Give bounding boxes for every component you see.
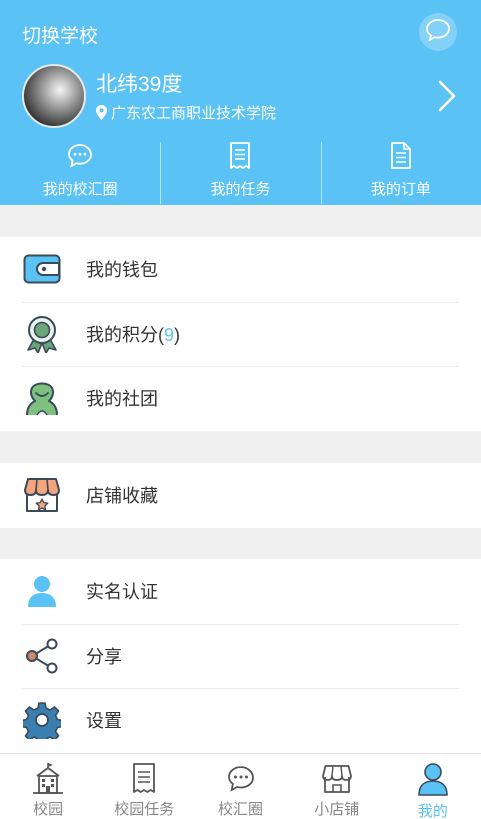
wallet-icon	[22, 249, 62, 289]
tab-campus-tasks[interactable]: 校园任务	[96, 754, 192, 819]
speech-bubble-icon	[425, 18, 451, 47]
menu-item-clubs[interactable]: 我的社团	[0, 366, 481, 431]
menu-item-label: 分享	[86, 646, 122, 667]
chat-bubble-icon	[227, 766, 254, 792]
menu-item-settings[interactable]: 设置	[0, 688, 481, 753]
gear-icon	[22, 700, 62, 740]
quick-link-label: 我的任务	[210, 181, 271, 198]
tab-campus[interactable]: 校园	[0, 754, 96, 819]
location-pin-icon	[96, 105, 107, 120]
chevron-right-icon	[438, 80, 456, 112]
bottom-tab-bar: 校园 校园任务 校汇圈 小店铺 我的	[0, 753, 481, 819]
tab-label: 校园	[33, 801, 64, 818]
user-name: 北纬39度	[96, 73, 183, 96]
message-button[interactable]	[419, 13, 457, 51]
quick-link-circle[interactable]: 我的校汇圈	[0, 140, 160, 205]
store-icon	[321, 765, 352, 793]
quick-link-orders[interactable]: 我的订单	[320, 140, 481, 205]
store-favorite-icon	[22, 475, 62, 515]
menu-item-label: 我的钱包	[86, 260, 158, 281]
chat-bubble-icon	[68, 144, 93, 168]
share-icon	[22, 636, 62, 676]
receipt-icon	[133, 763, 156, 793]
user-icon	[418, 763, 448, 796]
tab-circle[interactable]: 校汇圈	[192, 754, 288, 819]
menu-item-label: 我的积分(9)	[86, 321, 180, 347]
school-name: 广东农工商职业技术学院	[111, 105, 277, 122]
menu-item-points[interactable]: 我的积分(9)	[0, 301, 481, 367]
menu-item-wallet[interactable]: 我的钱包	[0, 237, 481, 302]
tab-label: 小店铺	[314, 801, 360, 818]
tab-label: 校汇圈	[218, 801, 264, 818]
menu-group-settings: 实名认证 分享 设置	[0, 559, 481, 753]
medal-icon	[22, 314, 62, 354]
menu-group-favorites: 店铺收藏	[0, 463, 481, 528]
user-verify-icon	[22, 571, 62, 611]
tab-store[interactable]: 小店铺	[289, 754, 385, 819]
menu-item-label: 我的社团	[86, 389, 158, 410]
quick-link-label: 我的校汇圈	[42, 181, 118, 198]
menu-item-label: 店铺收藏	[86, 486, 158, 507]
menu-item-share[interactable]: 分享	[0, 623, 481, 689]
profile-detail-button[interactable]	[436, 78, 458, 119]
menu-group-account: 我的钱包 我的积分(9) 我的社团	[0, 237, 481, 431]
menu-item-verify[interactable]: 实名认证	[0, 559, 481, 624]
menu-item-label: 实名认证	[86, 582, 158, 603]
profile-header: 切换学校 北纬39度 广东农工商职业技术学院 我的校汇圈 我的任务 我的订单	[0, 0, 481, 205]
tab-label: 校园任务	[114, 801, 175, 818]
menu-item-store-favorites[interactable]: 店铺收藏	[0, 463, 481, 528]
tab-mine[interactable]: 我的	[385, 754, 481, 819]
tab-label: 我的	[417, 803, 448, 819]
avatar[interactable]	[22, 64, 86, 128]
school-info: 广东农工商职业技术学院	[96, 102, 276, 123]
quick-link-label: 我的订单	[370, 181, 431, 198]
club-icon	[22, 378, 62, 418]
document-icon	[390, 142, 411, 169]
quick-links: 我的校汇圈 我的任务 我的订单	[0, 140, 481, 205]
receipt-icon	[230, 142, 251, 169]
points-label: 我的积分	[86, 324, 158, 345]
points-count: 9	[164, 324, 175, 345]
switch-school-button[interactable]: 切换学校	[22, 21, 98, 48]
points-paren-close: )	[174, 324, 181, 345]
campus-icon	[33, 763, 64, 794]
quick-link-tasks[interactable]: 我的任务	[160, 140, 320, 205]
menu-item-label: 设置	[86, 711, 122, 732]
